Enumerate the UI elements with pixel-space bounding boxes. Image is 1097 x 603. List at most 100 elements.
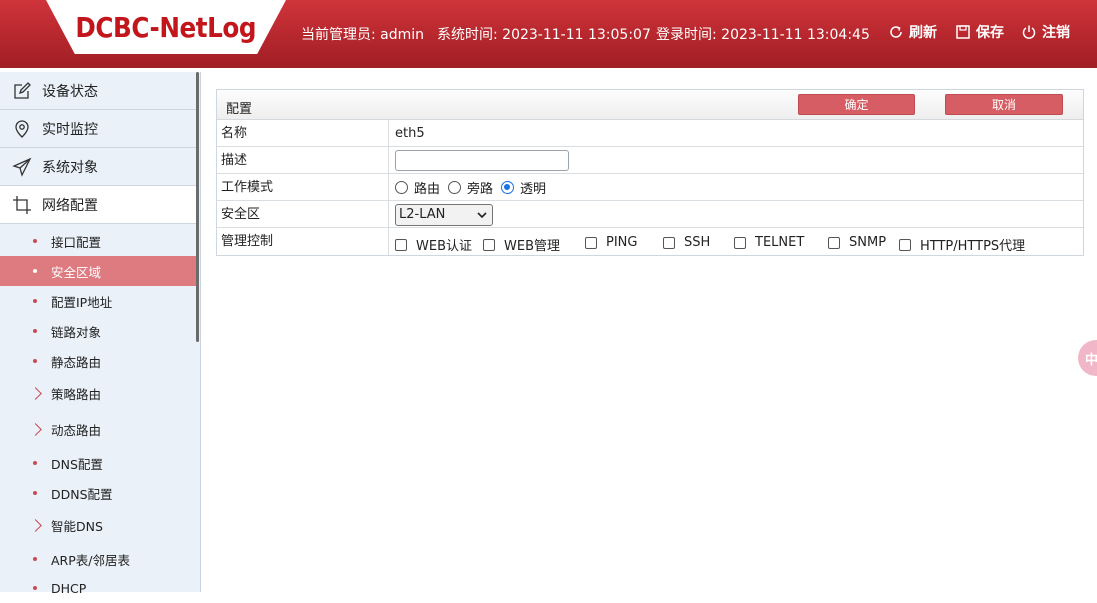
checkbox[interactable] <box>395 238 407 251</box>
input-method-tab[interactable]: 中 <box>1078 340 1097 376</box>
sidebar-item-ip-config[interactable]: 配置IP地址 <box>0 286 199 316</box>
chevron-right-icon <box>29 422 42 436</box>
option-label: HTTP/HTTPS代理 <box>920 239 1026 254</box>
checkbox[interactable] <box>483 238 495 251</box>
refresh-button[interactable]: 刷新 <box>888 22 937 42</box>
radio-button[interactable] <box>395 181 408 194</box>
option-label: PING <box>606 235 638 250</box>
confirm-button[interactable]: 确定 <box>798 94 915 115</box>
refresh-icon <box>890 26 902 38</box>
mgmt-option-web-manage[interactable]: WEB管理 <box>483 235 560 254</box>
sidebar-menu-system-objects[interactable]: 系统对象 <box>0 148 199 186</box>
description-label: 描述 <box>217 147 389 174</box>
login-time: 登录时间: 2023-11-11 13:04:45 <box>656 27 870 43</box>
edit-icon <box>14 81 31 99</box>
work-mode-label: 工作模式 <box>217 174 389 201</box>
option-label: WEB管理 <box>504 239 560 254</box>
option-label: 旁路 <box>467 182 494 197</box>
option-label: 路由 <box>414 182 441 197</box>
sidebar-item-label: 接口配置 <box>51 234 102 250</box>
sidebar-item-dns-config[interactable]: DNS配置 <box>0 448 199 478</box>
checkbox[interactable] <box>899 238 911 251</box>
chevron-right-icon <box>29 518 42 532</box>
sidebar-item-label: DHCP <box>51 580 87 596</box>
sidebar-item-smart-dns[interactable]: 智能DNS <box>0 510 199 540</box>
sidebar-menu-label: 系统对象 <box>42 159 98 176</box>
sidebar-item-label: DDNS配置 <box>51 486 113 502</box>
sidebar-item-arp-table[interactable]: ARP表/邻居表 <box>0 544 199 574</box>
option-label: SSH <box>684 235 711 250</box>
save-label: 保存 <box>976 25 1004 41</box>
sidebar-item-security-zone[interactable]: 安全区域 <box>0 256 199 286</box>
mgmt-option-ping[interactable]: PING <box>585 235 637 250</box>
chevron-right-icon <box>29 386 42 400</box>
mode-option-route[interactable]: 路由 <box>395 178 440 197</box>
config-panel: 配置 确定 取消 名称 eth5 描述 工作模式 路由 旁路 透明 安全区 L2… <box>216 89 1084 256</box>
sidebar-item-link-objects[interactable]: 链路对象 <box>0 316 199 346</box>
panel-title: 配置 <box>226 102 253 117</box>
radio-button-selected[interactable] <box>501 181 515 194</box>
bullet-icon <box>33 557 37 561</box>
checkbox[interactable] <box>585 236 597 249</box>
name-label: 名称 <box>217 120 389 147</box>
mgmt-option-snmp[interactable]: SNMP <box>828 235 886 250</box>
bullet-icon <box>33 586 37 590</box>
power-icon <box>1022 25 1036 39</box>
sidebar-item-policy-route[interactable]: 策略路由 <box>0 378 199 408</box>
sidebar-item-dynamic-route[interactable]: 动态路由 <box>0 414 199 444</box>
sidebar-item-label: 链路对象 <box>51 324 102 340</box>
row-work-mode: 工作模式 路由 旁路 透明 <box>217 174 1083 201</box>
sidebar-scrollbar[interactable] <box>196 72 199 342</box>
cancel-button[interactable]: 取消 <box>945 94 1063 115</box>
bullet-icon <box>33 491 37 495</box>
sidebar-item-dhcp[interactable]: DHCP <box>0 573 199 603</box>
row-name: 名称 eth5 <box>217 120 1083 147</box>
name-value: eth5 <box>395 126 425 141</box>
sidebar-menu-network-config[interactable]: 网络配置 <box>0 186 199 224</box>
sidebar-item-label: 动态路由 <box>51 422 102 438</box>
mgmt-option-telnet[interactable]: TELNET <box>734 235 804 250</box>
radio-button[interactable] <box>448 181 462 194</box>
sidebar-menu-realtime-monitor[interactable]: 实时监控 <box>0 110 199 148</box>
sidebar-item-ddns-config[interactable]: DDNS配置 <box>0 478 199 508</box>
logout-button[interactable]: 注销 <box>1021 22 1070 42</box>
security-zone-select[interactable]: L2-LAN <box>395 203 493 226</box>
option-label: 透明 <box>520 182 547 197</box>
refresh-label: 刷新 <box>909 25 937 41</box>
sidebar-menu-device-status[interactable]: 设备状态 <box>0 72 199 110</box>
sidebar-item-label: 安全区域 <box>51 264 102 280</box>
chevron-down-icon <box>477 211 487 218</box>
logo-text: DCBC-NetLog <box>75 10 257 44</box>
send-icon <box>12 157 32 177</box>
location-pin-icon <box>15 119 29 138</box>
sidebar-menu-label: 实时监控 <box>42 121 98 138</box>
mgmt-option-ssh[interactable]: SSH <box>663 235 710 250</box>
mode-option-bypass[interactable]: 旁路 <box>448 178 493 197</box>
sidebar-item-label: 策略路由 <box>51 386 102 402</box>
option-label: SNMP <box>849 235 887 250</box>
sidebar-item-static-route[interactable]: 静态路由 <box>0 346 199 376</box>
mgmt-option-web-auth[interactable]: WEB认证 <box>395 235 472 254</box>
management-control-label: 管理控制 <box>217 228 389 255</box>
checkbox[interactable] <box>734 236 746 249</box>
sidebar-item-label: 智能DNS <box>51 518 103 534</box>
sidebar: 设备状态 实时监控 系统对象 网络配置 接口配置 安全区域 配置IP地址 链路对… <box>0 72 201 596</box>
system-time: 系统时间: 2023-11-11 13:05:07 <box>437 27 651 43</box>
checkbox[interactable] <box>828 236 840 249</box>
description-input[interactable] <box>395 150 569 171</box>
mode-option-transparent[interactable]: 透明 <box>501 178 546 197</box>
sidebar-item-interface-config[interactable]: 接口配置 <box>0 226 199 256</box>
checkbox[interactable] <box>663 236 675 249</box>
mgmt-option-http-proxy[interactable]: HTTP/HTTPS代理 <box>899 235 1025 254</box>
top-header: DCBC-NetLog 当前管理员: admin 系统时间: 2023-11-1… <box>0 0 1097 68</box>
admin-info: 当前管理员: admin <box>301 27 425 43</box>
bullet-icon <box>33 269 37 273</box>
security-zone-label: 安全区 <box>217 201 389 228</box>
sidebar-item-label: 配置IP地址 <box>51 294 113 310</box>
sidebar-item-label: DNS配置 <box>51 456 103 472</box>
bullet-icon <box>33 299 37 303</box>
select-value: L2-LAN <box>399 207 446 222</box>
bullet-icon <box>33 239 37 243</box>
save-button[interactable]: 保存 <box>955 22 1004 42</box>
bullet-icon <box>33 359 37 363</box>
